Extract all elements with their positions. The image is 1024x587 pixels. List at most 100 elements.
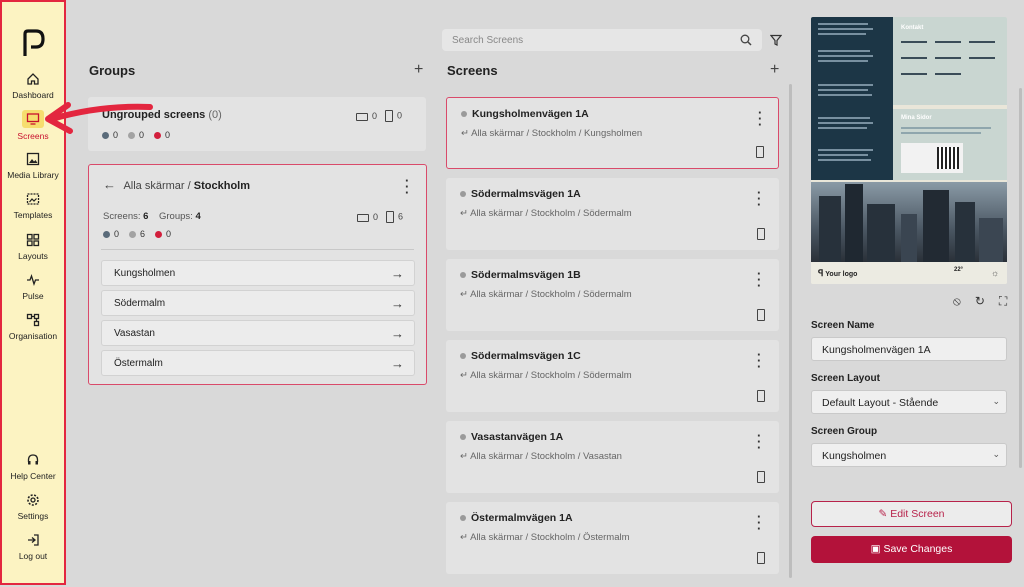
nav-log-out[interactable]: Log out — [2, 533, 64, 561]
fullscreen-icon[interactable]: ⛶ — [999, 294, 1007, 309]
screen-name: Södermalmsvägen 1B — [471, 269, 581, 281]
subgroup-row[interactable]: Vasastan → — [101, 320, 415, 346]
status-dot-icon — [460, 515, 466, 522]
screen-name-field[interactable]: Kungsholmenvägen 1A — [811, 337, 1007, 361]
subgroup-row[interactable]: Södermalm → — [101, 290, 415, 316]
preview-footer: ꟼ Your logo 22° ☼ — [811, 262, 1007, 284]
chevron-down-icon: ⌄ — [992, 396, 1000, 406]
search-input[interactable]: Search Screens — [442, 29, 762, 51]
device-counts: 0 6 — [357, 211, 403, 223]
nav-dashboard[interactable]: Dashboard — [2, 72, 64, 100]
refresh-icon[interactable]: ↻ — [975, 294, 985, 309]
status-dot-icon — [103, 231, 110, 239]
screen-card[interactable]: Södermalmsvägen 1A · · · ↵ Alla skärmar / … — [446, 178, 779, 250]
breadcrumb-parent[interactable]: Alla skärmar / — [123, 180, 190, 192]
subgroup-row[interactable]: Östermalm → — [101, 350, 415, 376]
path-return-icon: ↵ — [460, 370, 471, 381]
nav-layouts[interactable]: Layouts — [2, 233, 64, 261]
filter-icon[interactable] — [770, 34, 782, 46]
groups-title: Groups — [89, 63, 136, 78]
portrait-icon — [757, 228, 765, 240]
app-logo[interactable] — [20, 28, 46, 58]
portrait-icon — [757, 390, 765, 402]
back-arrow-icon[interactable]: ← — [103, 177, 116, 192]
subgroup-row[interactable]: Kungsholmen → — [101, 260, 415, 286]
status-dot-icon — [155, 231, 163, 239]
screen-menu-icon[interactable]: · · · — [757, 429, 761, 454]
groups-value: 4 — [195, 211, 201, 222]
screen-menu-icon[interactable]: · · · — [758, 106, 762, 131]
rotate-screen-icon[interactable]: ⦸ — [953, 294, 961, 309]
nav-media-library[interactable]: Media Library — [2, 152, 64, 180]
status-count: 6 — [140, 229, 146, 239]
nav-help-center[interactable]: Help Center — [2, 453, 64, 481]
search-icon[interactable] — [740, 34, 752, 46]
screen-menu-icon[interactable]: · · · — [757, 267, 761, 292]
screen-card[interactable]: Vasastanvägen 1A · · · ↵ Alla skärmar / St… — [446, 421, 779, 493]
group-detail-card: ← Alla skärmar / Stockholm · · · Screens: … — [88, 164, 427, 385]
status-count: 0 — [114, 229, 120, 239]
layout-grid-icon — [26, 233, 40, 247]
nav-settings[interactable]: Settings — [2, 493, 64, 521]
organisation-icon — [26, 313, 40, 327]
nav-templates[interactable]: Templates — [2, 192, 64, 220]
screen-path: Alla skärmar / Stockholm / Kungsholmen — [471, 128, 643, 139]
group-menu-icon[interactable]: · · · — [405, 174, 409, 199]
status-dot-icon — [460, 272, 466, 279]
preview-city-image — [811, 182, 1007, 262]
screen-name-row: Kungsholmenvägen 1A — [461, 108, 589, 120]
sidebar: Dashboard Screens Media Library Template… — [0, 0, 66, 585]
nav-label: Log out — [18, 551, 48, 561]
screen-path-row: ↵ Alla skärmar / Stockholm / Kungsholmen — [461, 128, 642, 139]
monitor-icon — [26, 113, 40, 125]
preview-toolbar: ⦸ ↻ ⛶ — [953, 294, 1007, 309]
status-counts: 0 6 0 — [103, 229, 171, 239]
screens-scrollbar[interactable] — [789, 84, 792, 578]
logo-mark-icon: ꟼ — [818, 268, 824, 278]
screen-layout-select[interactable]: Default Layout - Stående ⌄ — [811, 390, 1007, 414]
screen-menu-icon[interactable]: · · · — [757, 348, 761, 373]
screen-name-row: Vasastanvägen 1A — [460, 431, 563, 443]
screen-group-select[interactable]: Kungsholmen ⌄ — [811, 443, 1007, 467]
add-screen-button[interactable]: + — [770, 61, 779, 79]
breadcrumb-current: Stockholm — [193, 180, 250, 192]
group-meta: Screens: 6 Groups: 4 — [103, 211, 201, 222]
portrait-icon — [757, 552, 765, 564]
nav-label: Layouts — [18, 251, 48, 261]
annotation-arrow-icon — [45, 102, 153, 134]
screen-card[interactable]: Södermalmsvägen 1C · · · ↵ Alla skärmar / … — [446, 340, 779, 412]
landscape-icon — [357, 213, 369, 222]
nav-organisation[interactable]: Organisation — [2, 313, 64, 341]
screen-menu-icon[interactable]: · · · — [757, 186, 761, 211]
screen-name: Östermalmvägen 1A — [471, 512, 573, 524]
screen-path-row: ↵ Alla skärmar / Stockholm / Södermalm — [460, 289, 632, 300]
screen-layout-label: Screen Layout — [811, 373, 880, 384]
headset-icon — [27, 454, 39, 465]
sun-icon: ☼ — [991, 268, 1000, 278]
details-scrollbar[interactable] — [1019, 88, 1022, 468]
screen-card[interactable]: Kungsholmenvägen 1A · · · ↵ Alla skärmar /… — [446, 97, 779, 169]
portrait-icon — [385, 110, 394, 122]
portrait-count: 0 — [397, 110, 403, 121]
path-return-icon: ↵ — [460, 532, 471, 543]
preview-temperature: 22° — [954, 267, 964, 273]
status-dot-icon — [460, 191, 466, 198]
home-icon — [27, 73, 39, 85]
gear-icon — [27, 494, 39, 506]
screens-title: Screens — [447, 63, 498, 78]
screen-card[interactable]: Östermalmvägen 1A · · · ↵ Alla skärmar / S… — [446, 502, 779, 574]
screen-card[interactable]: Södermalmsvägen 1B · · · ↵ Alla skärmar / … — [446, 259, 779, 331]
screen-menu-icon[interactable]: · · · — [757, 510, 761, 535]
screen-name-row: Södermalmsvägen 1B — [460, 269, 581, 281]
nav-pulse[interactable]: Pulse — [2, 273, 64, 301]
preview-info-panel — [811, 17, 893, 180]
screen-path: Alla skärmar / Stockholm / Södermalm — [470, 289, 632, 300]
status-dot-icon — [129, 231, 137, 239]
arrow-right-icon: → — [391, 356, 404, 371]
add-group-button[interactable]: + — [414, 61, 423, 79]
screen-path-row: ↵ Alla skärmar / Stockholm / Södermalm — [460, 208, 632, 219]
save-changes-button[interactable]: ▣ Save Changes — [811, 536, 1012, 563]
save-icon: ▣ — [870, 543, 884, 555]
screen-path: Alla skärmar / Stockholm / Vasastan — [470, 451, 622, 462]
edit-screen-button[interactable]: ✎ Edit Screen — [811, 501, 1012, 527]
